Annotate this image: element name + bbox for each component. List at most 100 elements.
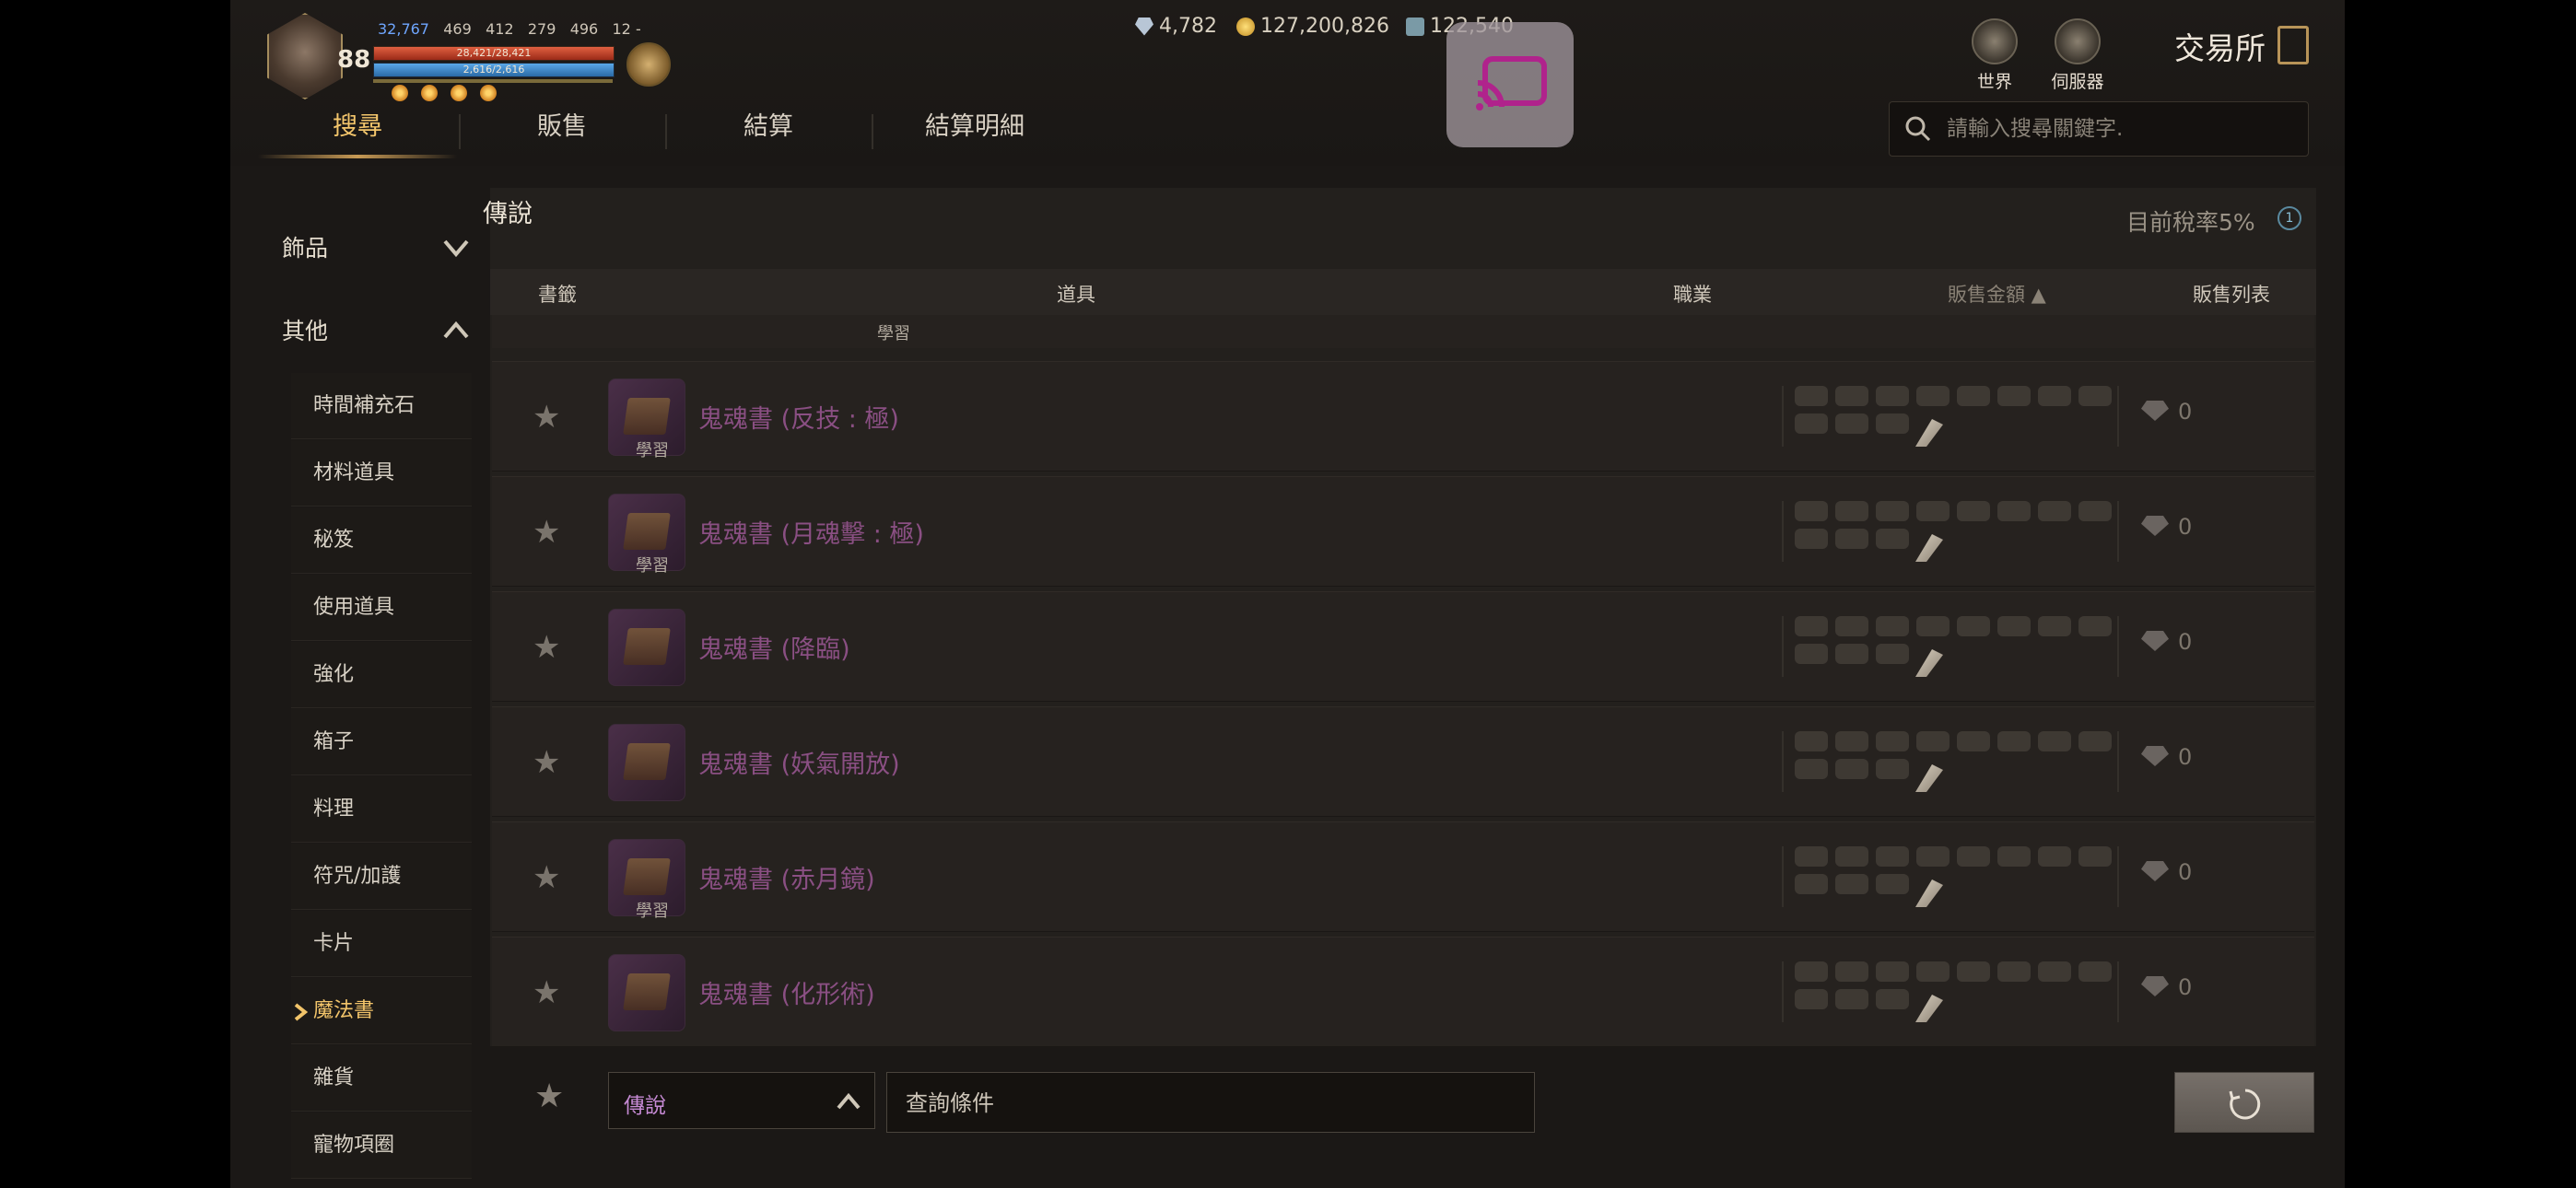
grade-dropdown[interactable]: 傳說 [608, 1072, 875, 1129]
cast-icon [1476, 56, 1547, 111]
table-row[interactable]: ★ 鬼魂書 (化形術) 0 0 [492, 937, 2314, 1047]
gold-amount: 127,200,826 [1260, 15, 1389, 38]
item-name: 鬼魂書 (化形術) [698, 981, 875, 1009]
col-item: 道具 [1057, 284, 1095, 306]
buff-orb [421, 85, 438, 101]
buff-orbs [392, 85, 497, 101]
learn-label: 學習 [636, 441, 669, 460]
stat-defense: 496 [569, 20, 599, 38]
world-icon [1972, 18, 2018, 64]
exchange-icon[interactable] [2277, 26, 2309, 64]
sidebar-item-secret-books[interactable]: 秘笈 [291, 507, 472, 574]
buff-orb [451, 85, 467, 101]
diamond-icon [2141, 861, 2169, 881]
info-icon[interactable]: 1 [2277, 206, 2301, 230]
category-accessories[interactable]: 飾品 [258, 212, 470, 285]
sidebar-item-cooking[interactable]: 料理 [291, 776, 472, 843]
spellbook-icon [608, 724, 685, 801]
col-price-sort[interactable]: 販售金額 ▲ [1948, 280, 2046, 308]
tab-settlement-details[interactable]: 結算明細 [873, 107, 1076, 160]
star-icon[interactable]: ★ [533, 629, 560, 666]
star-icon[interactable]: ★ [533, 859, 560, 896]
server-button[interactable]: 伺服器 [2045, 18, 2110, 93]
search-input[interactable] [1945, 111, 2299, 146]
hp-bar: 28,421/28,421 [373, 46, 615, 61]
star-icon[interactable]: ★ [533, 514, 560, 551]
chevron-right-icon [294, 1003, 308, 1021]
divider [2117, 731, 2119, 792]
divider [1782, 846, 1784, 907]
table-row[interactable]: ★ 鬼魂書 (降臨) 0 0 [492, 591, 2314, 702]
sidebar-item-spellbooks[interactable]: 魔法書 [291, 978, 472, 1044]
server-label: 伺服器 [2051, 72, 2104, 92]
sidebar-item-charms[interactable]: 符咒/加護 [291, 844, 472, 910]
class-icons [1791, 960, 2123, 1015]
stat-weight: 469 [443, 20, 472, 38]
divider [1782, 616, 1784, 677]
clan-emblem-icon[interactable] [626, 42, 671, 87]
item-price: 0 [2178, 629, 2193, 655]
sidebar-item-misc[interactable]: 雜貨 [291, 1045, 472, 1112]
sidebar-item-cards[interactable]: 卡片 [291, 911, 472, 977]
sidebar-item-boxes[interactable]: 箱子 [291, 709, 472, 775]
item-name: 鬼魂書 (降臨) [698, 635, 850, 664]
grade-selected: 傳說 [624, 1094, 666, 1118]
xp-bar [373, 79, 613, 83]
learn-label: 學習 [877, 324, 910, 344]
col-sale-list: 販售列表 [2193, 284, 2270, 306]
mp-bar: 2,616/2,616 [373, 63, 615, 77]
spellbook-icon [608, 609, 685, 686]
sidebar-item-consumables[interactable]: 使用道具 [291, 575, 472, 641]
buff-orb [480, 85, 497, 101]
category-label: 飾品 [282, 235, 329, 262]
world-label: 世界 [1976, 72, 2012, 92]
star-icon[interactable]: ★ [533, 399, 560, 436]
table-row-partial: 學習 [492, 315, 2314, 348]
refresh-icon [2229, 1089, 2261, 1120]
spellbook-icon [608, 954, 685, 1031]
token-icon [1406, 17, 1424, 36]
star-icon[interactable]: ★ [533, 744, 560, 781]
divider [1782, 501, 1784, 562]
query-condition-field[interactable] [886, 1072, 1535, 1133]
buff-orb [392, 85, 408, 101]
tab-sell[interactable]: 販售 [461, 107, 663, 160]
stat-line: 32,767 469 412 279 496 12 - [378, 20, 641, 38]
stat-extra: 12 - [612, 20, 641, 38]
stat-hit: 279 [527, 20, 556, 38]
class-icons [1791, 384, 2123, 439]
character-portrait[interactable] [267, 13, 343, 99]
star-icon[interactable]: ★ [533, 974, 560, 1011]
divider [2117, 961, 2119, 1022]
tab-search[interactable]: 搜尋 [258, 107, 457, 160]
sidebar-item-label: 魔法書 [313, 999, 375, 1022]
diamond-amount: 4,782 [1159, 15, 1217, 38]
table-row[interactable]: ★ 學習 鬼魂書 (反技 : 極) 0 0 [492, 361, 2314, 472]
search-box[interactable] [1889, 101, 2309, 157]
divider [1782, 961, 1784, 1022]
divider [2117, 846, 2119, 907]
sidebar-item-time-stone[interactable]: 時間補充石 [291, 373, 472, 439]
tab-settlement[interactable]: 結算 [667, 107, 870, 160]
divider [2117, 386, 2119, 447]
world-button[interactable]: 世界 [1962, 18, 2027, 93]
category-other[interactable]: 其他 [258, 295, 470, 368]
sidebar-item-pet-collar[interactable]: 寵物項圈 [291, 1112, 472, 1179]
class-icons [1791, 729, 2123, 785]
item-price: 0 [2178, 399, 2193, 425]
table-row[interactable]: ★ 學習 鬼魂書 (月魂擊 : 極) 0 0 [492, 476, 2314, 587]
sidebar-item-materials[interactable]: 材料道具 [291, 440, 472, 507]
cast-button[interactable] [1446, 22, 1574, 147]
diamond-icon [2141, 631, 2169, 651]
sidebar-item-enhance[interactable]: 強化 [291, 642, 472, 708]
refresh-button[interactable] [2174, 1072, 2314, 1133]
item-name: 鬼魂書 (妖氣開放) [698, 751, 900, 779]
table-row[interactable]: ★ 學習 鬼魂書 (赤月鏡) 0 0 [492, 821, 2314, 932]
query-condition-input[interactable] [904, 1086, 1516, 1121]
item-price: 0 [2178, 744, 2193, 770]
gold-coin-icon [1236, 17, 1255, 36]
page-title: 交易所 [2174, 30, 2266, 66]
bookmark-filter-star-icon[interactable]: ★ [534, 1077, 564, 1115]
category-sidebar: 飾品 其他 時間補充石 材料道具 秘笈 使用道具 強化 箱子 料理 符咒/加護 … [258, 184, 479, 1188]
table-row[interactable]: ★ 鬼魂書 (妖氣開放) 0 0 [492, 706, 2314, 817]
